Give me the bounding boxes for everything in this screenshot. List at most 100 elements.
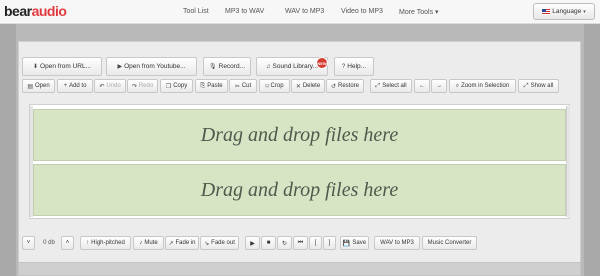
help-button[interactable]: ? Help...	[334, 57, 374, 76]
repeat-button[interactable]: ↻	[277, 236, 292, 250]
fade-in-label: Fade in	[175, 240, 196, 246]
chevron-down-icon: ▾	[583, 8, 586, 15]
bracket-right-icon: ]	[328, 240, 331, 246]
record-button[interactable]: 🎙 Record...	[203, 57, 251, 76]
arrow-right-button[interactable]: →	[431, 79, 447, 93]
copy-button[interactable]: ❐ Copy	[160, 79, 193, 93]
zoom-in-selection-label: Zoom in Selection	[461, 83, 510, 89]
open-from-youtube-button[interactable]: ▶ Open from Youtube...	[106, 57, 197, 76]
restore-icon: ↺	[330, 83, 336, 90]
mark-start-button[interactable]: [	[309, 236, 322, 250]
nav-wav-to-mp3[interactable]: WAV to MP3	[285, 8, 324, 15]
zoom-icon: ⌕	[455, 82, 460, 89]
play-icon: ▶	[250, 240, 255, 247]
add-to-button[interactable]: + Add to	[57, 79, 93, 93]
crop-button[interactable]: ⌑ Crop	[259, 79, 290, 93]
high-pitched-label: High-pitched	[91, 240, 125, 246]
nav-mp3-to-wav[interactable]: MP3 to WAV	[225, 8, 264, 15]
logo-part-audio: audio	[31, 3, 67, 19]
select-all-button[interactable]: ⤢ Select all	[370, 79, 412, 93]
new-badge: NEW	[316, 57, 328, 69]
redo-label: Redo	[138, 83, 154, 89]
track-2-dropzone[interactable]: Drag and drop files here	[33, 164, 566, 216]
open-label: Open	[34, 83, 50, 89]
show-all-label: Show all	[530, 83, 554, 89]
undo-button[interactable]: ↶ Undo	[94, 79, 126, 93]
copy-icon: ❐	[165, 83, 172, 90]
drop-hint-text: Drag and drop files here	[200, 178, 399, 201]
lower-panel	[18, 262, 581, 276]
cut-button[interactable]: ✂ Cut	[229, 79, 257, 93]
logo-part-bear: bear	[4, 3, 32, 19]
language-dropdown[interactable]: Language ▾	[533, 3, 595, 20]
zoom-in-selection-button[interactable]: ⌕ Zoom in Selection	[449, 79, 516, 93]
stop-button[interactable]: ■	[261, 236, 276, 250]
mute-label: Mute	[144, 240, 158, 246]
expand-icon: ⤢	[375, 82, 381, 89]
delete-button[interactable]: ✕ Delete	[291, 79, 325, 93]
volume-db-value: 0 db	[43, 240, 55, 246]
mark-end-button[interactable]: ]	[323, 236, 336, 250]
volume-up-button[interactable]: ˄	[61, 236, 74, 250]
mute-button[interactable]: ♪ Mute	[133, 236, 164, 250]
nav-tool-list[interactable]: Tool List	[183, 8, 209, 15]
save-label: Save	[352, 240, 367, 246]
language-label: Language	[552, 8, 582, 15]
skip-back-button[interactable]: ⏮	[293, 236, 308, 250]
undo-icon: ↶	[99, 83, 105, 90]
volume-down-button[interactable]: ˅	[22, 236, 35, 250]
fade-out-button[interactable]: ↘ Fade out	[200, 236, 239, 250]
paste-label: Paste	[207, 83, 223, 89]
high-pitched-button[interactable]: ↑ High-pitched	[80, 236, 131, 250]
fade-out-icon: ↘	[204, 240, 210, 247]
wav-to-mp3-button[interactable]: WAV to MP3	[374, 236, 420, 250]
cut-label: Cut	[241, 83, 252, 89]
help-label: Help...	[347, 63, 367, 70]
stop-icon: ■	[266, 240, 271, 246]
folder-icon: ▤	[27, 83, 33, 90]
question-icon: ?	[341, 63, 346, 70]
scissors-icon: ✂	[234, 83, 240, 90]
redo-button[interactable]: ↷ Redo	[127, 79, 158, 93]
fade-in-icon: ↗	[168, 240, 174, 247]
arrow-up-icon: ↑	[86, 240, 90, 246]
restore-label: Restore	[338, 83, 360, 89]
bearaudio-logo[interactable]: bearaudio	[4, 3, 67, 19]
microphone-icon: 🎙	[209, 64, 217, 70]
expand-icon: ⤢	[523, 82, 529, 89]
open-button[interactable]: ▤ Open	[22, 79, 55, 93]
us-flag-icon	[542, 8, 551, 15]
youtube-icon: ▶	[117, 64, 123, 70]
music-note-icon: ♫	[266, 63, 271, 70]
restore-button[interactable]: ↺ Restore	[326, 79, 364, 93]
play-button[interactable]: ▶	[245, 236, 260, 250]
fade-in-button[interactable]: ↗ Fade in	[165, 236, 199, 250]
close-icon: ✕	[295, 83, 301, 90]
music-note-icon: ♪	[139, 240, 143, 246]
open-from-url-label: Open from URL...	[40, 63, 91, 70]
undo-label: Undo	[106, 83, 121, 89]
skip-back-icon: ⏮	[297, 239, 304, 246]
open-from-youtube-label: Open from Youtube...	[124, 63, 186, 70]
track-1-dropzone[interactable]: Drag and drop files here	[33, 109, 566, 161]
save-button[interactable]: 💾 Save	[340, 236, 369, 250]
show-all-button[interactable]: ⤢ Show all	[518, 79, 559, 93]
paste-button[interactable]: ⎘ Paste	[195, 79, 228, 93]
right-scroll-handle[interactable]	[566, 106, 570, 217]
crop-label: Crop	[270, 83, 284, 89]
repeat-icon: ↻	[281, 240, 288, 247]
nav-more-tools[interactable]: More Tools ▾	[399, 8, 439, 16]
nav-video-to-mp3[interactable]: Video to MP3	[341, 8, 383, 15]
fade-out-label: Fade out	[211, 240, 235, 246]
download-icon: ⬇	[33, 64, 39, 70]
delete-label: Delete	[302, 83, 321, 89]
arrow-left-button[interactable]: ←	[414, 79, 430, 93]
select-all-label: Select all	[382, 83, 407, 89]
arrow-left-icon: ←	[419, 83, 425, 89]
add-to-label: Add to	[69, 83, 87, 89]
open-from-url-button[interactable]: ⬇ Open from URL...	[22, 57, 102, 76]
chevron-up-icon: ˄	[65, 240, 70, 246]
background-right	[584, 24, 600, 276]
music-converter-label: Music Converter	[427, 240, 472, 246]
music-converter-button[interactable]: Music Converter	[422, 236, 477, 250]
